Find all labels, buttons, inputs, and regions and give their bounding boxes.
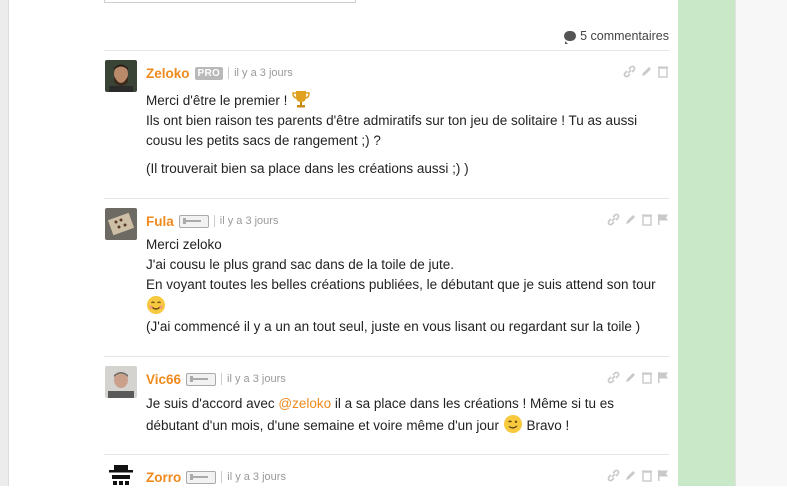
comment-body: Merci d'être le premier ! Ils ont bien r… — [146, 89, 666, 179]
trash-icon[interactable] — [641, 469, 653, 482]
comment-zeloko: Zeloko PRO il y a 3 jours Merci d'être l… — [104, 50, 669, 199]
comment-actions — [607, 469, 669, 482]
comments-count-label: 5 commentaires — [580, 29, 669, 43]
comment-text: Ils ont bien raison tes parents d'être a… — [146, 113, 638, 148]
comment-fula: Fula il y a 3 jours Merci zeloko J'ai co… — [104, 198, 669, 357]
flag-icon[interactable] — [657, 213, 669, 226]
timestamp: il y a 3 jours — [221, 373, 286, 385]
avatar[interactable] — [105, 208, 137, 240]
edit-icon[interactable] — [624, 213, 637, 226]
username[interactable]: Zorro — [146, 470, 181, 485]
page-left-border — [0, 0, 9, 486]
comment-actions — [607, 213, 669, 226]
comment-text: En voyant toutes les belles créations pu… — [146, 277, 656, 292]
flag-icon[interactable] — [657, 469, 669, 482]
timestamp: il y a 3 jours — [228, 67, 293, 79]
comment-text: Merci zeloko — [146, 237, 222, 252]
comment-text: Bravo ! — [522, 418, 570, 433]
mention-link[interactable]: @zeloko — [278, 396, 331, 411]
comment-actions — [607, 371, 669, 384]
smile-emoji-icon — [147, 296, 165, 314]
comment-text: Je suis d'accord avec — [146, 396, 279, 411]
comment-text: (Il trouverait bien sa place dans les cr… — [146, 161, 469, 176]
trophy-icon — [292, 91, 310, 108]
sidebar-green-column — [678, 0, 735, 486]
edit-icon[interactable] — [624, 469, 637, 482]
edit-icon[interactable] — [624, 371, 637, 384]
link-icon[interactable] — [607, 469, 620, 482]
comment-vic66: Vic66 il y a 3 jours Je suis d'accord av… — [104, 356, 669, 455]
trash-icon[interactable] — [641, 213, 653, 226]
comment-text: (J'ai commencé il y a un an tout seul, j… — [146, 319, 641, 334]
comment-bubble-icon — [564, 31, 577, 44]
comment-body: Je suis d'accord avec @zeloko il a sa pl… — [146, 394, 646, 436]
page-right-edge — [735, 0, 787, 486]
previous-content-box — [104, 0, 356, 3]
link-icon[interactable] — [623, 65, 636, 78]
timestamp: il y a 3 jours — [221, 471, 286, 483]
username[interactable]: Fula — [146, 214, 174, 229]
username[interactable]: Vic66 — [146, 372, 181, 387]
trash-icon[interactable] — [657, 65, 669, 78]
avatar[interactable] — [105, 366, 137, 398]
pro-badge: PRO — [194, 66, 224, 80]
trash-icon[interactable] — [641, 371, 653, 384]
username[interactable]: Zeloko — [146, 66, 190, 81]
saw-badge-icon — [178, 214, 209, 228]
edit-icon[interactable] — [640, 65, 653, 78]
comment-zorro: Zorro il y a 3 jours — [104, 454, 669, 496]
comment-actions — [623, 65, 669, 78]
avatar[interactable] — [105, 60, 137, 92]
comment-text: Merci d'être le premier ! — [146, 93, 288, 108]
link-icon[interactable] — [607, 213, 620, 226]
comments-count[interactable]: 5 commentaires — [564, 29, 669, 44]
saw-badge-icon — [186, 470, 217, 484]
comment-text: J'ai cousu le plus grand sac dans de la … — [146, 257, 455, 272]
wink-emoji-icon — [503, 415, 522, 433]
saw-badge-icon — [186, 372, 217, 386]
flag-icon[interactable] — [657, 371, 669, 384]
comment-body: Merci zeloko J'ai cousu le plus grand sa… — [146, 235, 666, 337]
link-icon[interactable] — [607, 371, 620, 384]
avatar[interactable] — [105, 464, 137, 496]
timestamp: il y a 3 jours — [213, 215, 278, 227]
